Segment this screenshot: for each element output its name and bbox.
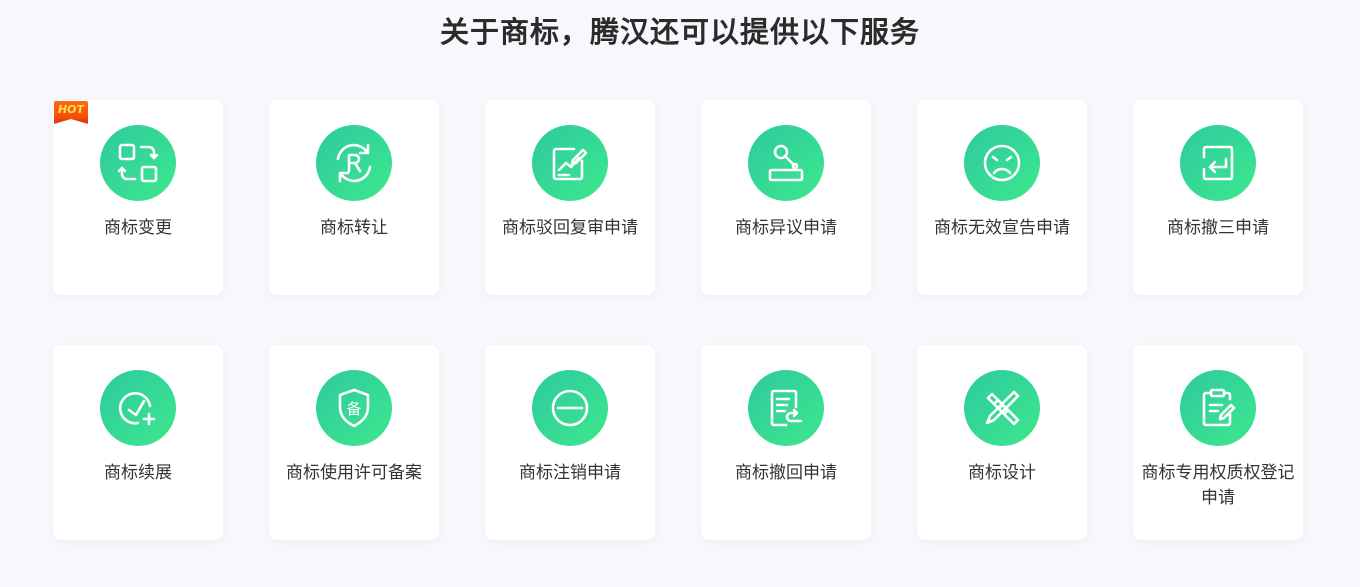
- sad-face-icon: [964, 125, 1040, 201]
- service-label: 商标驳回复审申请: [502, 218, 638, 238]
- shield-bei-icon: 备: [316, 370, 392, 446]
- document-return-icon: [748, 370, 824, 446]
- service-label: 商标设计: [968, 463, 1036, 483]
- service-label: 商标注销申请: [519, 463, 621, 483]
- service-label: 商标专用权质权登记申请: [1141, 463, 1295, 508]
- services-grid: HOT 商标变更 商标转让 商标驳回复审申请 商标异议申请 商标无效宣告申请 商…: [53, 100, 1303, 540]
- service-card-renewal[interactable]: 商标续展: [53, 345, 223, 540]
- clock-plus-icon: [100, 370, 176, 446]
- service-label: 商标异议申请: [735, 218, 837, 238]
- service-label: 商标撤回申请: [735, 463, 837, 483]
- service-label: 商标撤三申请: [1167, 218, 1269, 238]
- service-card-withdrawal[interactable]: 商标撤回申请: [701, 345, 871, 540]
- service-card-rejection-review[interactable]: 商标驳回复审申请: [485, 100, 655, 295]
- service-card-deregistration[interactable]: 商标注销申请: [485, 345, 655, 540]
- registered-transfer-icon: [316, 125, 392, 201]
- service-card-pledge-registration[interactable]: 商标专用权质权登记申请: [1133, 345, 1303, 540]
- swap-squares-icon: [100, 125, 176, 201]
- hot-badge: HOT: [54, 101, 90, 124]
- service-card-change[interactable]: HOT 商标变更: [53, 100, 223, 295]
- services-page: 关于商标，腾汉还可以提供以下服务 HOT 商标变更 商标转让 商标驳回复审申请 …: [0, 0, 1360, 587]
- service-card-transfer[interactable]: 商标转让: [269, 100, 439, 295]
- service-label: 商标无效宣告申请: [934, 218, 1070, 238]
- service-card-invalidation[interactable]: 商标无效宣告申请: [917, 100, 1087, 295]
- service-card-design[interactable]: 商标设计: [917, 345, 1087, 540]
- pencil-ruler-icon: [964, 370, 1040, 446]
- clipboard-edit-icon: [1180, 370, 1256, 446]
- exit-arrow-icon: [1180, 125, 1256, 201]
- service-card-license-filing[interactable]: 备 商标使用许可备案: [269, 345, 439, 540]
- service-card-cancel-three-years[interactable]: 商标撤三申请: [1133, 100, 1303, 295]
- service-label: 商标变更: [104, 218, 172, 238]
- service-card-opposition[interactable]: 商标异议申请: [701, 100, 871, 295]
- service-label: 商标转让: [320, 218, 388, 238]
- chart-edit-icon: [532, 125, 608, 201]
- svg-text:备: 备: [346, 400, 361, 418]
- hot-badge-text: HOT: [54, 101, 88, 119]
- minus-circle-icon: [532, 370, 608, 446]
- gavel-icon: [748, 125, 824, 201]
- service-label: 商标使用许可备案: [286, 463, 422, 483]
- page-title: 关于商标，腾汉还可以提供以下服务: [439, 15, 920, 49]
- service-label: 商标续展: [104, 463, 172, 483]
